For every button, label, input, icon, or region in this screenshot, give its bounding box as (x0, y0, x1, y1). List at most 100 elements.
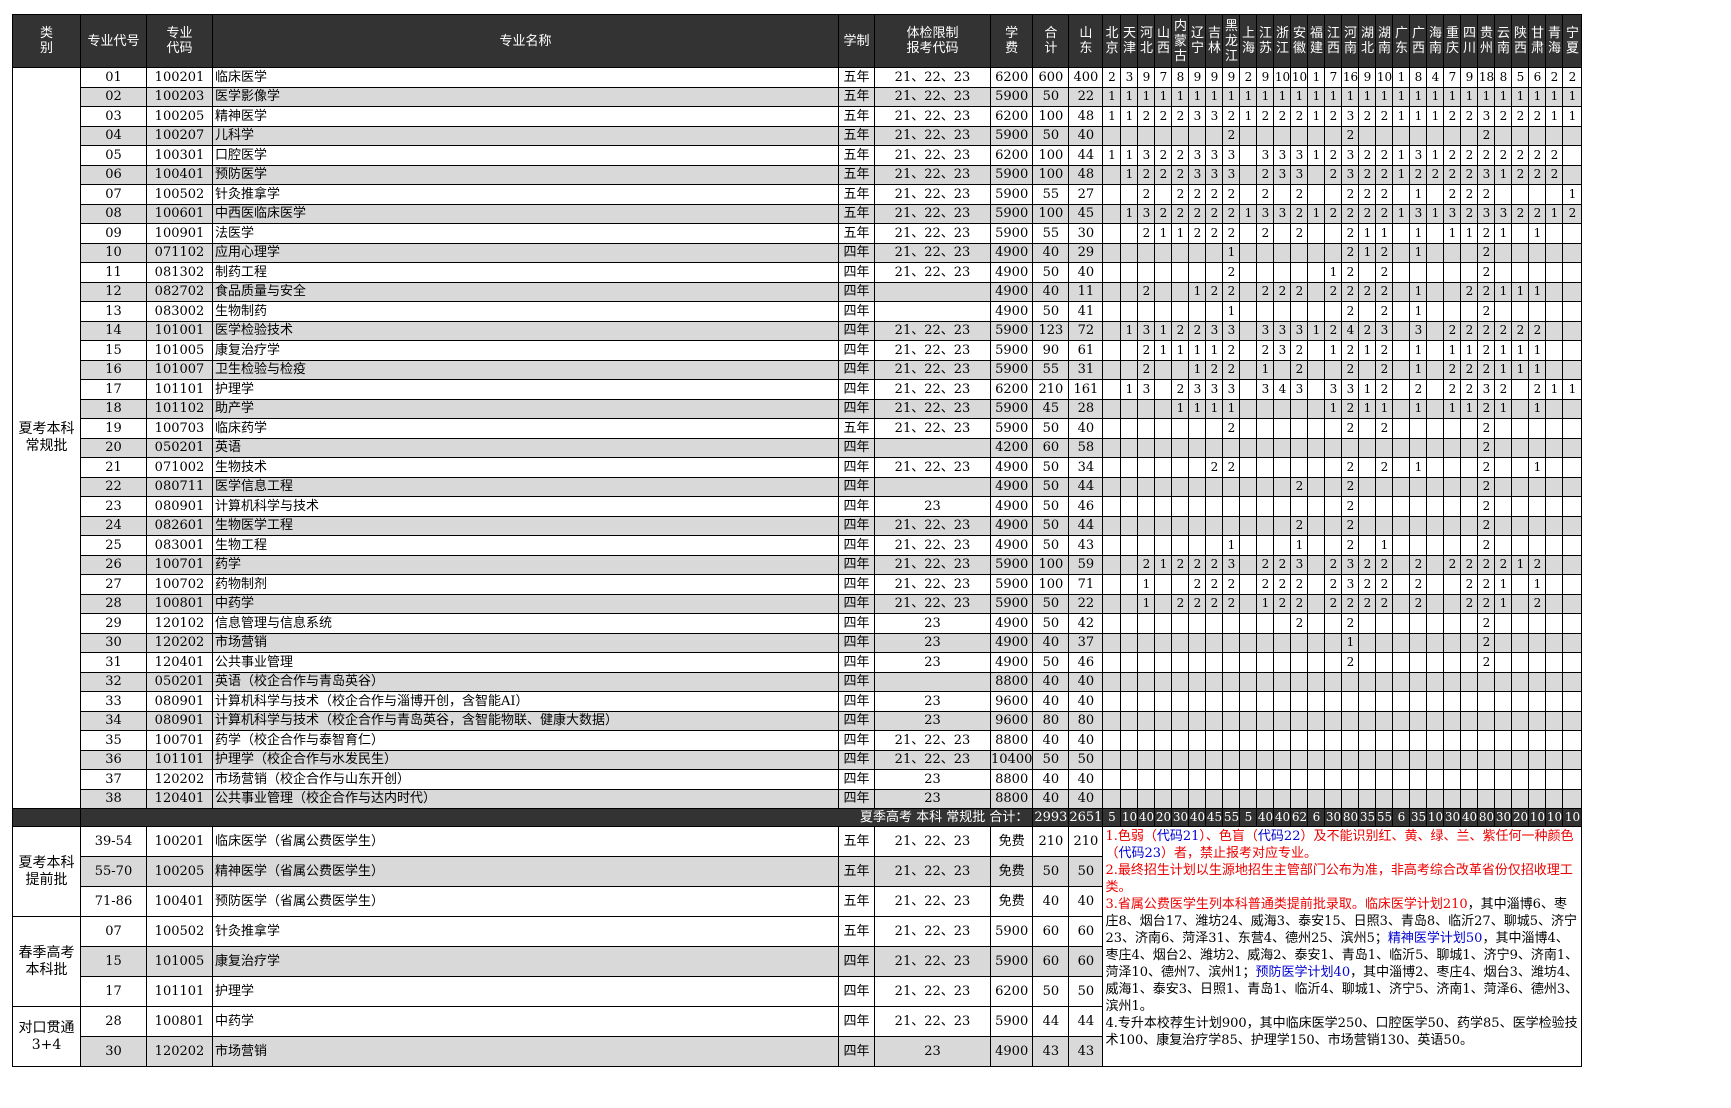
province-cell (1545, 593, 1564, 614)
province-cell (1460, 242, 1479, 263)
province-cell: 3 (1273, 340, 1292, 361)
province-cell (1511, 632, 1530, 653)
province-cell (1324, 223, 1343, 244)
years-cell: 四年 (838, 554, 875, 575)
province-cell: 1 (1205, 340, 1224, 361)
code-cell: 100401 (146, 164, 213, 185)
province-cell (1358, 730, 1377, 751)
province-cell (1239, 515, 1258, 536)
province-cell (1426, 476, 1445, 497)
province-cell (1102, 652, 1122, 673)
total-cell: 50 (1032, 535, 1070, 556)
code-cell: 100801 (146, 593, 213, 614)
province-cell (1358, 691, 1377, 712)
province-cell (1426, 281, 1445, 302)
province-cell (1392, 496, 1411, 517)
province-cell: 2 (1477, 476, 1496, 497)
province-cell: 8 (1494, 67, 1513, 88)
sd-cell: 60 (1068, 916, 1104, 947)
years-cell: 五年 (838, 125, 875, 146)
province-cell: 2 (1273, 574, 1292, 595)
province-cell (1392, 710, 1411, 731)
province-cell: 1 (1154, 554, 1173, 575)
province-cell: 2 (1477, 262, 1496, 283)
province-cell: 1 (1120, 86, 1139, 107)
province-sum: 30 (1443, 808, 1462, 827)
province-cell (1426, 769, 1445, 790)
province-cell: 2 (1443, 145, 1462, 166)
province-cell (1562, 262, 1583, 283)
name-cell: 卫生检验与检疫 (212, 359, 839, 380)
years-cell: 四年 (838, 652, 875, 673)
province-cell: 9 (1358, 67, 1377, 88)
province-cell (1222, 691, 1241, 712)
province-cell (1239, 632, 1258, 653)
province-cell (1102, 281, 1122, 302)
province-cell: 1 (1409, 281, 1428, 302)
years-cell: 五年 (838, 164, 875, 185)
province-cell (1426, 340, 1445, 361)
health-cell: 21、22、23 (874, 340, 991, 361)
province-name: 福建 (1309, 26, 1323, 56)
years-cell: 四年 (838, 946, 875, 977)
province-cell (1154, 613, 1173, 634)
province-cell: 2 (1358, 554, 1377, 575)
province-cell: 1 (1460, 340, 1479, 361)
province-cell: 3 (1256, 379, 1275, 400)
table-row: 13 083002 生物制药 四年 4900 50 41 1 2 2 1 2 (13, 301, 1583, 322)
province-cell: 2 (1137, 223, 1156, 244)
province-cell (1528, 632, 1547, 653)
province-cell (1511, 223, 1530, 244)
fee-cell: 6200 (989, 379, 1034, 400)
name-cell: 计算机科学与技术（校企合作与青岛英谷，含智能物联、健康大数据） (212, 710, 839, 731)
province-cell (1443, 437, 1462, 458)
province-cell (1477, 671, 1496, 692)
header-province: 宁夏 (1562, 14, 1583, 68)
province-cell (1511, 593, 1530, 614)
province-cell: 2 (1528, 164, 1547, 185)
code-cell: 120401 (146, 788, 213, 809)
province-cell (1171, 671, 1190, 692)
shandong-cell: 40 (1068, 788, 1104, 809)
province-cell: 2 (1205, 574, 1224, 595)
province-cell: 2 (1341, 184, 1360, 205)
province-cell (1239, 476, 1258, 497)
province-cell (1222, 769, 1241, 790)
province-cell: 2 (1171, 379, 1190, 400)
province-cell (1188, 418, 1207, 439)
province-cell (1154, 496, 1173, 517)
province-cell: 2 (1477, 320, 1496, 341)
code-cell: 100901 (146, 223, 213, 244)
province-cell: 1 (1358, 242, 1377, 263)
province-cell (1307, 184, 1326, 205)
years-cell: 四年 (838, 710, 875, 731)
province-cell (1460, 457, 1479, 478)
total-cell: 210 (1032, 379, 1070, 400)
province-cell: 2 (1154, 145, 1173, 166)
province-cell (1562, 418, 1583, 439)
province-cell: 9 (1188, 67, 1207, 88)
province-cell: 3 (1256, 203, 1275, 224)
province-cell: 2 (1137, 184, 1156, 205)
province-cell: 1 (1205, 398, 1224, 419)
shandong-cell: 44 (1068, 145, 1104, 166)
total-cell: 60 (1032, 916, 1070, 947)
name-cell: 应用心理学 (212, 242, 839, 263)
province-cell (1273, 730, 1292, 751)
shandong-cell: 41 (1068, 301, 1104, 322)
province-cell (1375, 671, 1394, 692)
seq-cell: 20 (80, 437, 147, 458)
province-cell (1273, 710, 1292, 731)
province-cell (1358, 418, 1377, 439)
province-cell (1120, 223, 1139, 244)
province-cell: 1 (1120, 106, 1139, 127)
province-name: 上海 (1241, 26, 1255, 56)
province-cell: 1 (1137, 86, 1156, 107)
province-cell: 1 (1324, 262, 1343, 283)
province-sum: 40 (1273, 808, 1292, 827)
province-cell (1409, 788, 1428, 809)
province-cell (1528, 515, 1547, 536)
province-cell: 3 (1273, 203, 1292, 224)
header-province: 广东 (1392, 14, 1411, 68)
province-cell (1137, 788, 1156, 809)
